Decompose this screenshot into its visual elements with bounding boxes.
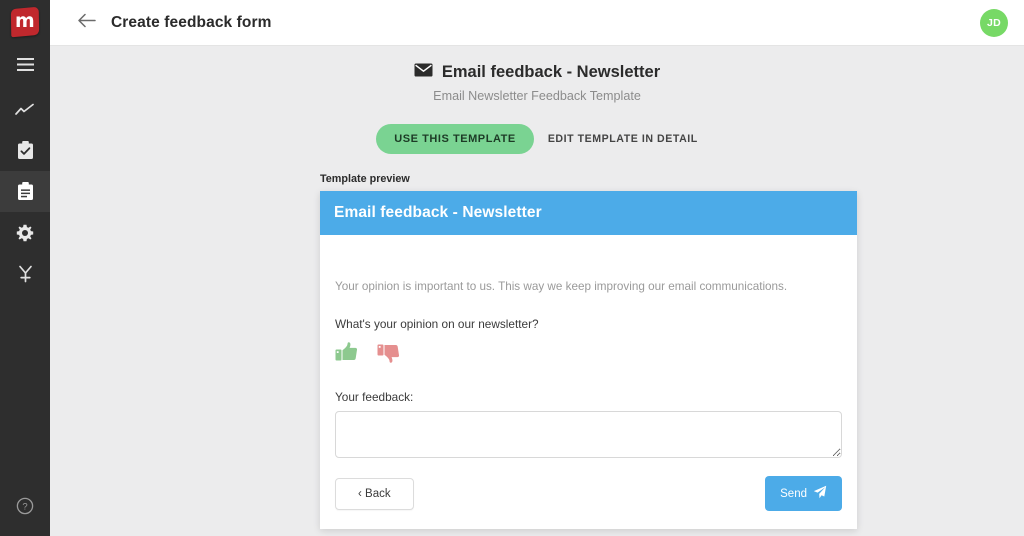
brand-logo[interactable]: m: [0, 0, 50, 44]
template-actions: USE THIS TEMPLATE EDIT TEMPLATE IN DETAI…: [50, 124, 1024, 154]
brand-logo-letter: m: [15, 9, 35, 33]
paper-plane-icon: [813, 485, 827, 502]
trend-chart-icon: [15, 103, 35, 117]
thumbs-rating-group: [335, 341, 842, 369]
sidebar-item-help[interactable]: ?: [0, 488, 50, 528]
preview-card-title: Email feedback - Newsletter: [334, 204, 542, 221]
clipboard-check-icon: [17, 141, 34, 160]
send-form-button[interactable]: Send: [765, 476, 842, 512]
gear-icon: [16, 224, 34, 242]
template-preview-section: Template preview Email feedback - Newsle…: [50, 173, 1024, 530]
workflow-merge-icon: [17, 265, 34, 283]
thumbs-down-icon[interactable]: [377, 341, 400, 369]
help-circle-icon: ?: [16, 497, 34, 520]
sidebar: m ?: [0, 0, 50, 536]
hamburger-menu-icon: [16, 58, 34, 71]
back-form-button[interactable]: ‹ Back: [335, 477, 414, 510]
template-subtitle: Email Newsletter Feedback Template: [433, 89, 641, 103]
preview-card-footer: ‹ Back Send: [320, 476, 857, 529]
page-title: Create feedback form: [111, 13, 272, 31]
template-title: Email feedback - Newsletter: [441, 63, 661, 81]
app-root: m ? Create feedback form JD Email feedba…: [0, 0, 1024, 536]
top-bar: Create feedback form JD: [50, 0, 1024, 46]
template-preview-label: Template preview: [320, 173, 410, 185]
preview-card-header: Email feedback - Newsletter: [320, 191, 857, 235]
envelope-icon: [414, 63, 433, 82]
preview-card: Email feedback - Newsletter Your opinion…: [320, 191, 857, 530]
edit-template-in-detail-button[interactable]: EDIT TEMPLATE IN DETAIL: [548, 133, 698, 145]
template-header: Email feedback - Newsletter Email Newsle…: [50, 46, 1024, 103]
preview-card-body: Your opinion is important to us. This wa…: [320, 235, 857, 459]
thumbs-up-icon[interactable]: [335, 341, 358, 369]
sidebar-item-forms[interactable]: [0, 171, 50, 212]
main-area: Create feedback form JD Email feedback -…: [50, 0, 1024, 536]
sidebar-item-menu[interactable]: [0, 44, 50, 85]
feedback-field-label: Your feedback:: [335, 390, 414, 405]
sidebar-item-analytics[interactable]: [0, 89, 50, 130]
brand-logo-shape: m: [10, 6, 40, 38]
arrow-left-icon: [78, 13, 96, 33]
sidebar-item-settings[interactable]: [0, 212, 50, 253]
back-button[interactable]: [76, 12, 98, 34]
feedback-textarea[interactable]: [335, 411, 842, 459]
send-button-label: Send: [780, 487, 807, 500]
template-title-row: Email feedback - Newsletter: [50, 63, 1024, 82]
preview-intro-text: Your opinion is important to us. This wa…: [335, 280, 788, 293]
preview-question-label: What's your opinion on our newsletter?: [335, 317, 539, 332]
use-this-template-button[interactable]: USE THIS TEMPLATE: [376, 124, 534, 154]
avatar[interactable]: JD: [980, 8, 1008, 37]
clipboard-list-icon: [17, 182, 34, 201]
content-area: Email feedback - Newsletter Email Newsle…: [50, 46, 1024, 536]
sidebar-item-tasks[interactable]: [0, 130, 50, 171]
svg-text:?: ?: [22, 501, 27, 512]
sidebar-item-workflow[interactable]: [0, 253, 50, 294]
